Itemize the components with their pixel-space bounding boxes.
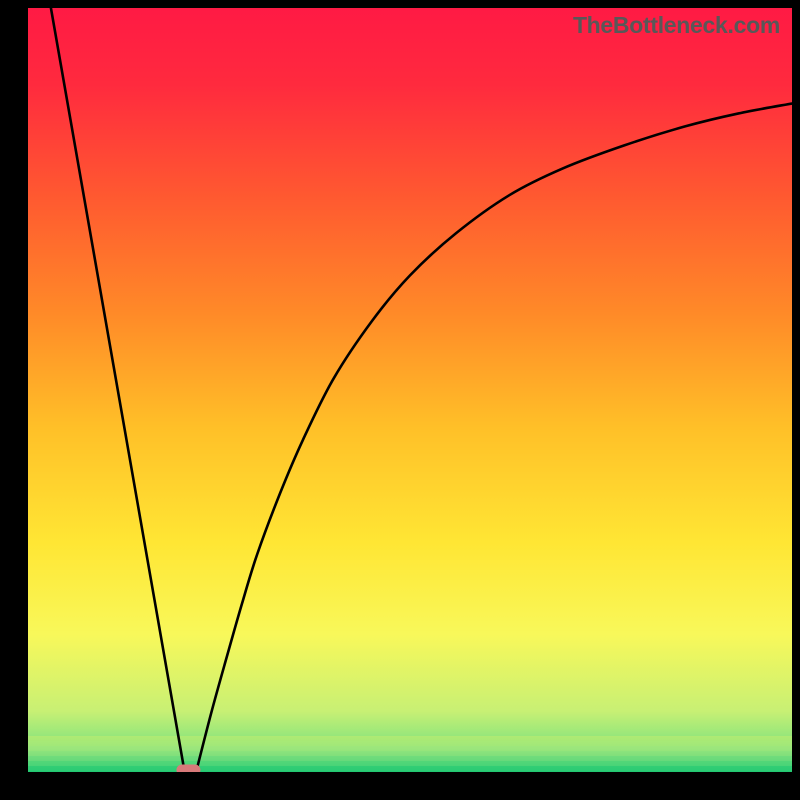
- chart-svg: [28, 8, 792, 772]
- gradient-background: [28, 8, 792, 772]
- plot-area: TheBottleneck.com: [28, 8, 792, 772]
- optimum-marker: [176, 765, 200, 773]
- bottom-band: [28, 736, 792, 771]
- watermark-text: TheBottleneck.com: [573, 12, 780, 39]
- marker-group: [176, 765, 200, 773]
- chart-frame: TheBottleneck.com: [0, 0, 800, 800]
